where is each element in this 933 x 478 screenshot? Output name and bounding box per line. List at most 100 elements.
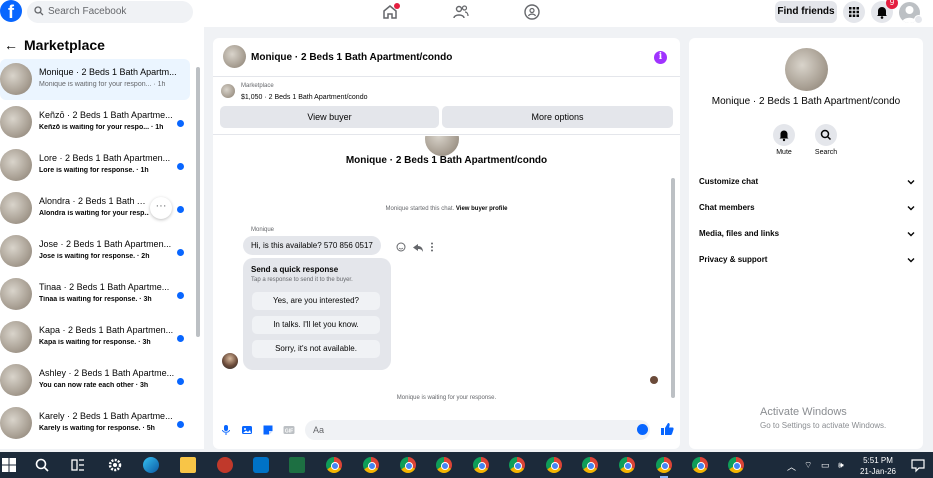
quick-response-option[interactable]: Sorry, it's not available.: [252, 340, 380, 358]
listing-price: $1,050 · 2 Beds 1 Bath Apartment/condo: [241, 94, 368, 101]
conversation-item[interactable]: Tinaa · 2 Beds 1 Bath Apartme... Tinaa i…: [0, 274, 190, 315]
more-options-button[interactable]: More options: [442, 106, 673, 128]
unread-dot: [177, 120, 184, 127]
listing-thumbnail[interactable]: [785, 48, 828, 91]
conversation-preview: Alondra is waiting for your resp...: [39, 210, 149, 217]
seen-indicator: [650, 376, 658, 384]
more-options-button[interactable]: ···: [150, 197, 172, 219]
notification-center-icon[interactable]: [910, 457, 926, 473]
chat-members-row[interactable]: Chat members: [699, 199, 915, 217]
message-actions[interactable]: [396, 241, 436, 253]
top-navigation-bar: f Search Facebook Find friends 9: [0, 0, 933, 27]
activate-windows-subtext: Go to Settings to activate Windows.: [760, 421, 887, 430]
search-input[interactable]: Search Facebook: [27, 1, 193, 23]
chevron-down-icon[interactable]: [914, 15, 923, 24]
chrome-profile-icon[interactable]: [656, 457, 672, 478]
conversation-item[interactable]: Karely · 2 Beds 1 Bath Apartme... Karely…: [0, 403, 190, 444]
conversation-item[interactable]: Kapa · 2 Beds 1 Bath Apartmen... Kapa is…: [0, 317, 190, 358]
find-friends-button[interactable]: Find friends: [775, 1, 837, 23]
mute-button[interactable]: [773, 124, 795, 146]
show-hidden-icons-chevron-up-icon[interactable]: ︿: [787, 460, 796, 473]
emoji-reaction-icon: [396, 242, 406, 252]
unread-dot: [177, 249, 184, 256]
battery-icon[interactable]: ▭: [821, 460, 830, 471]
app-icon[interactable]: [217, 457, 233, 473]
activate-windows-watermark: Activate Windows: [760, 406, 847, 418]
conversation-item[interactable]: Monique · 2 Beds 1 Bath Apartm... Moniqu…: [0, 59, 190, 100]
thumbs-up-icon[interactable]: [660, 422, 674, 436]
chrome-profile-icon[interactable]: [692, 457, 708, 473]
settings-gear-icon[interactable]: [107, 457, 123, 473]
volume-icon[interactable]: 🕪: [838, 460, 844, 471]
excel-icon[interactable]: [289, 457, 305, 473]
back-arrow-icon[interactable]: ←: [4, 37, 18, 53]
conversation-preview: Jose is waiting for response. · 2h: [39, 253, 150, 260]
chrome-profile-icon[interactable]: [400, 457, 416, 473]
conversation-item[interactable]: Keñzō · 2 Beds 1 Bath Apartme... Keñzō i…: [0, 102, 190, 143]
info-icon[interactable]: i: [654, 51, 667, 64]
conversation-preview: Keñzō is waiting for your respo... · 1h: [39, 124, 164, 131]
task-view-icon[interactable]: [70, 457, 86, 473]
conversation-preview: Karely is waiting for response. · 5h: [39, 425, 155, 432]
edge-browser-icon[interactable]: [143, 457, 159, 473]
sticker-icon[interactable]: [262, 424, 274, 436]
quick-response-option[interactable]: In talks. I'll let you know.: [252, 316, 380, 334]
customize-chat-row[interactable]: Customize chat: [699, 173, 915, 191]
grid-menu-icon: [849, 7, 859, 17]
system-clock[interactable]: 5:51 PM 21-Jan-26: [858, 455, 898, 477]
file-explorer-icon[interactable]: [180, 457, 196, 473]
conversation-item[interactable]: Ashley · 2 Beds 1 Bath Apartme... You ca…: [0, 360, 190, 401]
system-message: Monique started this chat. View buyer pr…: [213, 206, 680, 212]
gif-icon[interactable]: GIF: [283, 424, 295, 436]
chrome-profile-icon[interactable]: [546, 457, 562, 473]
listing-thumbnail: [0, 235, 32, 267]
row-label: Customize chat: [699, 177, 759, 186]
divider: [213, 76, 680, 77]
buyer-avatar[interactable]: [222, 353, 238, 369]
reply-icon: [413, 244, 423, 252]
quick-response-option[interactable]: Yes, are you interested?: [252, 292, 380, 310]
microphone-icon[interactable]: [220, 424, 232, 436]
chrome-profile-icon[interactable]: [619, 457, 635, 473]
media-files-links-row[interactable]: Media, files and links: [699, 225, 915, 243]
emoji-icon[interactable]: [637, 424, 648, 435]
marketplace-title: ← Marketplace: [4, 37, 105, 53]
privacy-support-row[interactable]: Privacy & support: [699, 251, 915, 269]
photo-icon[interactable]: [241, 424, 253, 436]
chrome-profile-icon[interactable]: [436, 457, 452, 473]
conversation-item[interactable]: Alondra · 2 Beds 1 Bath Apart... Alondra…: [0, 188, 190, 229]
chrome-profile-icon[interactable]: [473, 457, 489, 473]
conversation-item[interactable]: Jose · 2 Beds 1 Bath Apartmen... Jose is…: [0, 231, 190, 272]
view-buyer-profile-link[interactable]: View buyer profile: [456, 206, 508, 212]
search-icon[interactable]: [34, 457, 50, 473]
chrome-profile-icon[interactable]: [509, 457, 525, 473]
search-in-conversation-button[interactable]: [815, 124, 837, 146]
network-icon[interactable]: ⌔: [804, 460, 812, 471]
chat-header-thumbnail[interactable]: [223, 45, 246, 68]
chat-header-title[interactable]: Monique · 2 Beds 1 Bath Apartment/condo: [251, 52, 452, 63]
marketplace-title-text: Marketplace: [24, 37, 105, 53]
message-bubble[interactable]: Hi, is this available? 570 856 0517: [243, 236, 381, 255]
chrome-profile-icon[interactable]: [363, 457, 379, 473]
message-input[interactable]: Aa: [305, 420, 650, 440]
windows-start-icon[interactable]: [1, 457, 17, 473]
outlook-icon[interactable]: [253, 457, 269, 473]
conversation-item[interactable]: Lore · 2 Beds 1 Bath Apartmen... Lore is…: [0, 145, 190, 186]
facebook-logo[interactable]: f: [0, 0, 22, 22]
groups-icon[interactable]: [523, 3, 541, 21]
friends-icon[interactable]: [452, 3, 470, 21]
sidebar-scrollbar[interactable]: [196, 67, 200, 337]
row-label: Privacy & support: [699, 255, 768, 264]
message-composer: GIF Aa: [213, 417, 680, 449]
chrome-profile-icon[interactable]: [582, 457, 598, 473]
conversation-preview: You can now rate each other · 3h: [39, 382, 149, 389]
chat-scrollbar[interactable]: [671, 178, 675, 398]
menu-button[interactable]: [843, 1, 865, 23]
chrome-profile-icon[interactable]: [728, 457, 744, 473]
listing-thumbnail: [0, 321, 32, 353]
conversation-preview: Kapa is waiting for response. · 3h: [39, 339, 151, 346]
view-buyer-button[interactable]: View buyer: [220, 106, 439, 128]
chrome-icon[interactable]: [326, 457, 342, 473]
chevron-down-icon: [907, 180, 915, 185]
unread-dot: [177, 292, 184, 299]
